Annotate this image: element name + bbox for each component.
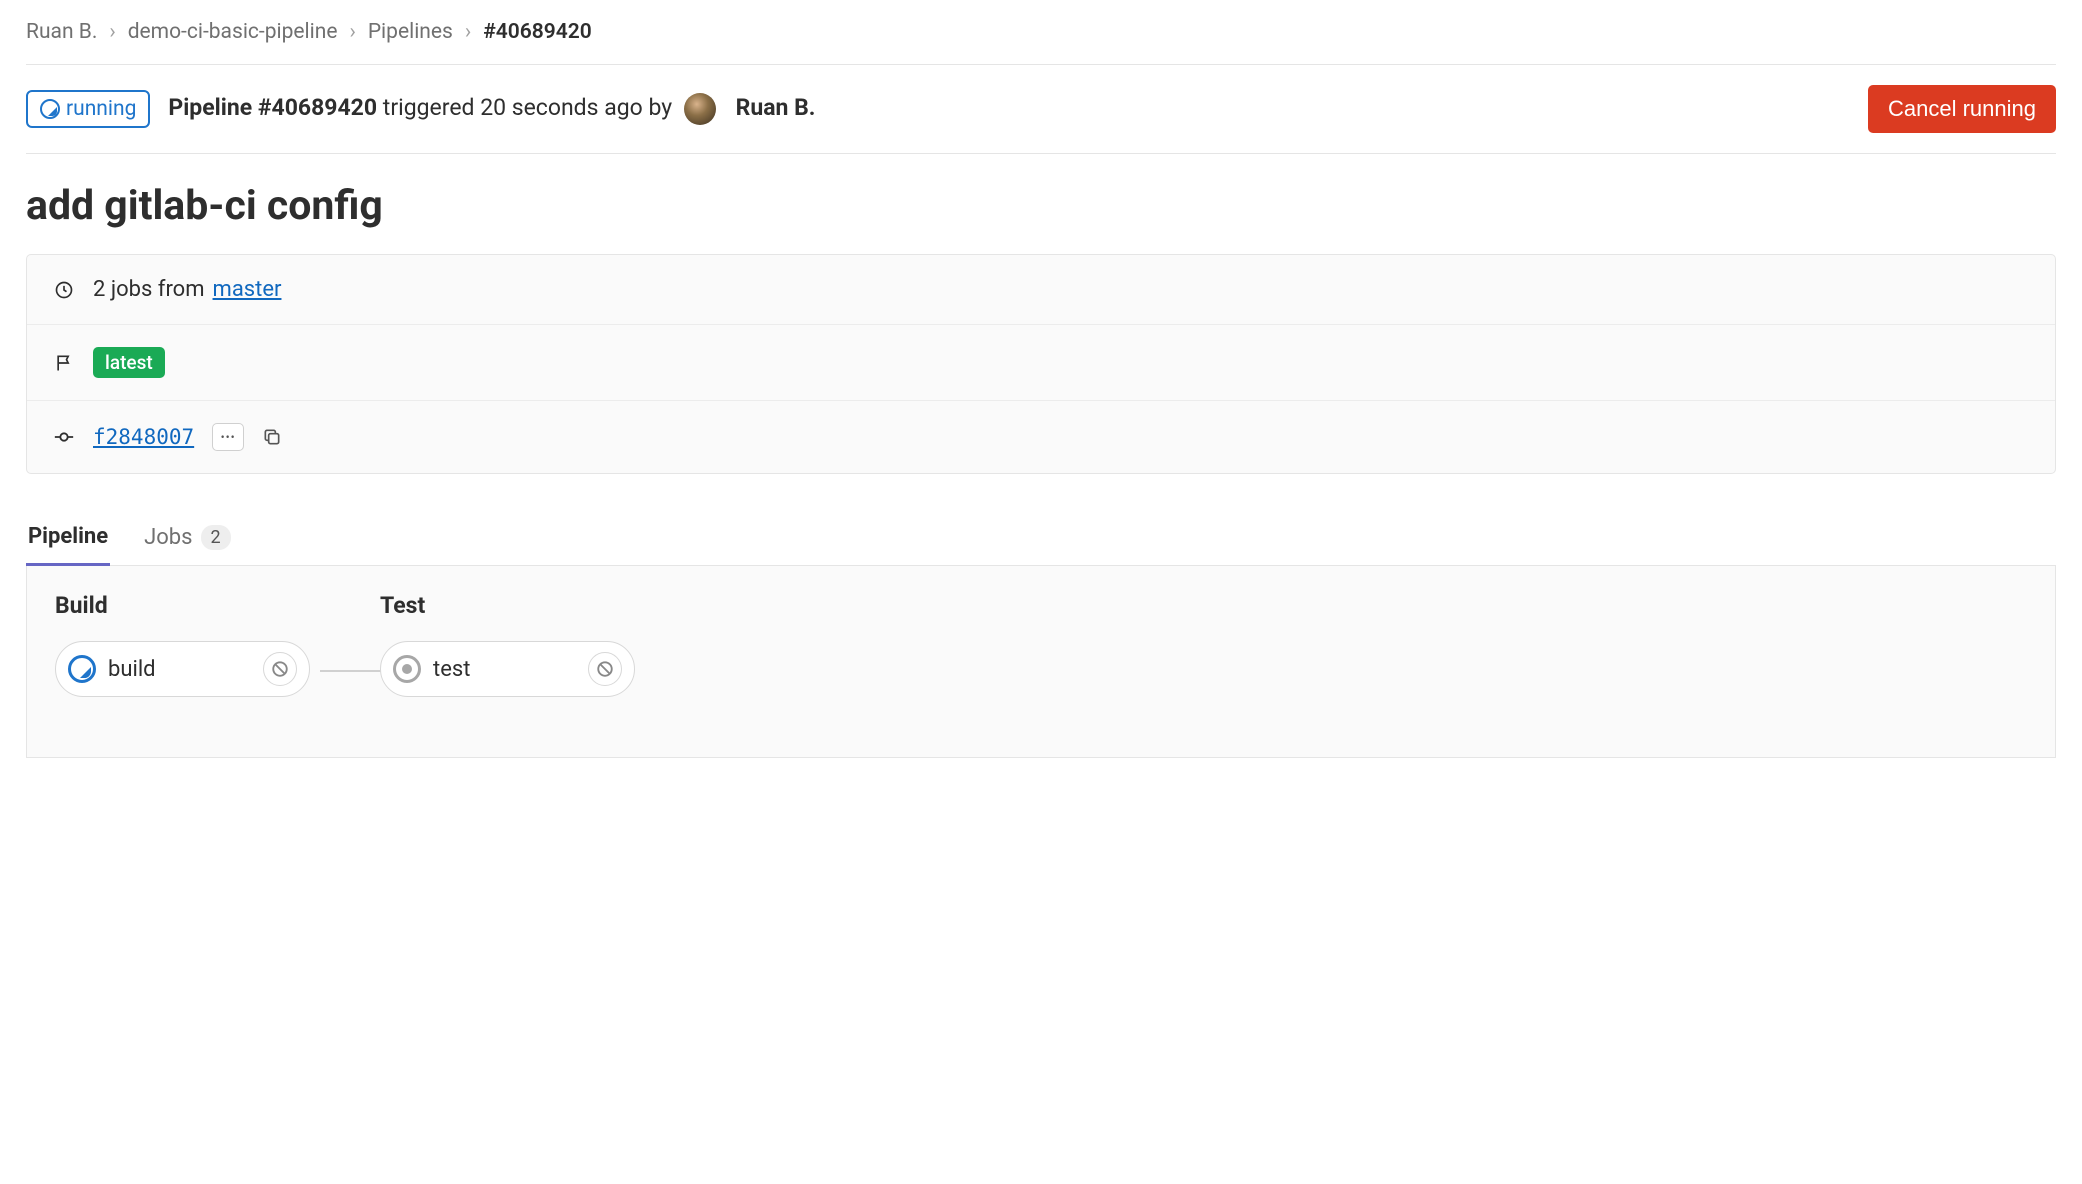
flag-icon xyxy=(53,352,75,374)
created-icon xyxy=(393,655,421,683)
breadcrumb-current: #40689420 xyxy=(483,20,592,44)
commit-sha-link[interactable]: f2848007 xyxy=(93,425,194,449)
tab-pipeline-label: Pipeline xyxy=(28,524,108,549)
stage-test: Test test xyxy=(380,592,635,697)
stage-build: Build build xyxy=(55,592,310,697)
avatar[interactable] xyxy=(684,93,716,125)
job-name: build xyxy=(108,657,251,682)
jobs-count-text: 2 jobs from xyxy=(93,277,205,302)
pipeline-prefix: Pipeline xyxy=(168,94,252,121)
tags-info-row: latest xyxy=(27,325,2055,401)
tab-jobs[interactable]: Jobs 2 xyxy=(142,510,233,565)
pipeline-header: running Pipeline #40689420 triggered 20 … xyxy=(26,65,2056,154)
triggered-text: triggered 20 seconds ago by xyxy=(383,94,672,121)
copy-icon xyxy=(262,427,282,447)
job-name: test xyxy=(433,657,576,682)
pipeline-info-panel: 2 jobs from master latest f2848007 xyxy=(26,254,2056,474)
stages-row: Build build Test test xyxy=(55,592,2027,697)
commit-info-row: f2848007 xyxy=(27,401,2055,473)
triggered-by-user[interactable]: Ruan B. xyxy=(736,94,816,121)
breadcrumb: Ruan B. › demo-ci-basic-pipeline › Pipel… xyxy=(26,20,2056,65)
tab-pipeline[interactable]: Pipeline xyxy=(26,510,110,566)
commit-icon xyxy=(53,426,75,448)
chevron-right-icon: › xyxy=(109,20,115,44)
breadcrumb-section[interactable]: Pipelines xyxy=(368,20,453,44)
branch-link[interactable]: master xyxy=(213,277,282,302)
job-build[interactable]: build xyxy=(55,641,310,697)
breadcrumb-project[interactable]: demo-ci-basic-pipeline xyxy=(128,20,338,44)
pipeline-id: #40689420 xyxy=(258,94,377,121)
cancel-job-button[interactable] xyxy=(263,652,297,686)
jobs-count-badge: 2 xyxy=(201,525,231,550)
chevron-right-icon: › xyxy=(465,20,471,44)
tabs: Pipeline Jobs 2 xyxy=(26,510,2056,566)
cancel-job-button[interactable] xyxy=(588,652,622,686)
pipeline-header-left: running Pipeline #40689420 triggered 20 … xyxy=(26,90,815,128)
stage-title-build: Build xyxy=(55,592,310,619)
status-label: running xyxy=(66,97,136,121)
cancel-icon xyxy=(596,660,614,678)
stage-title-test: Test xyxy=(380,592,635,619)
status-badge-running[interactable]: running xyxy=(26,90,150,128)
chevron-right-icon: › xyxy=(350,20,356,44)
breadcrumb-owner[interactable]: Ruan B. xyxy=(26,20,97,44)
latest-tag: latest xyxy=(93,347,165,378)
running-icon xyxy=(68,655,96,683)
page-title: add gitlab-ci config xyxy=(26,182,2056,230)
job-test[interactable]: test xyxy=(380,641,635,697)
running-icon xyxy=(40,99,60,119)
expand-commit-button[interactable] xyxy=(212,423,244,451)
cancel-running-button[interactable]: Cancel running xyxy=(1868,85,2056,133)
clock-icon xyxy=(53,279,75,301)
jobs-info-row: 2 jobs from master xyxy=(27,255,2055,325)
cancel-icon xyxy=(271,660,289,678)
tab-jobs-label: Jobs xyxy=(144,525,192,550)
copy-sha-button[interactable] xyxy=(262,427,282,447)
pipeline-graph: Build build Test test xyxy=(26,566,2056,758)
pipeline-summary: Pipeline #40689420 triggered 20 seconds … xyxy=(168,93,815,125)
